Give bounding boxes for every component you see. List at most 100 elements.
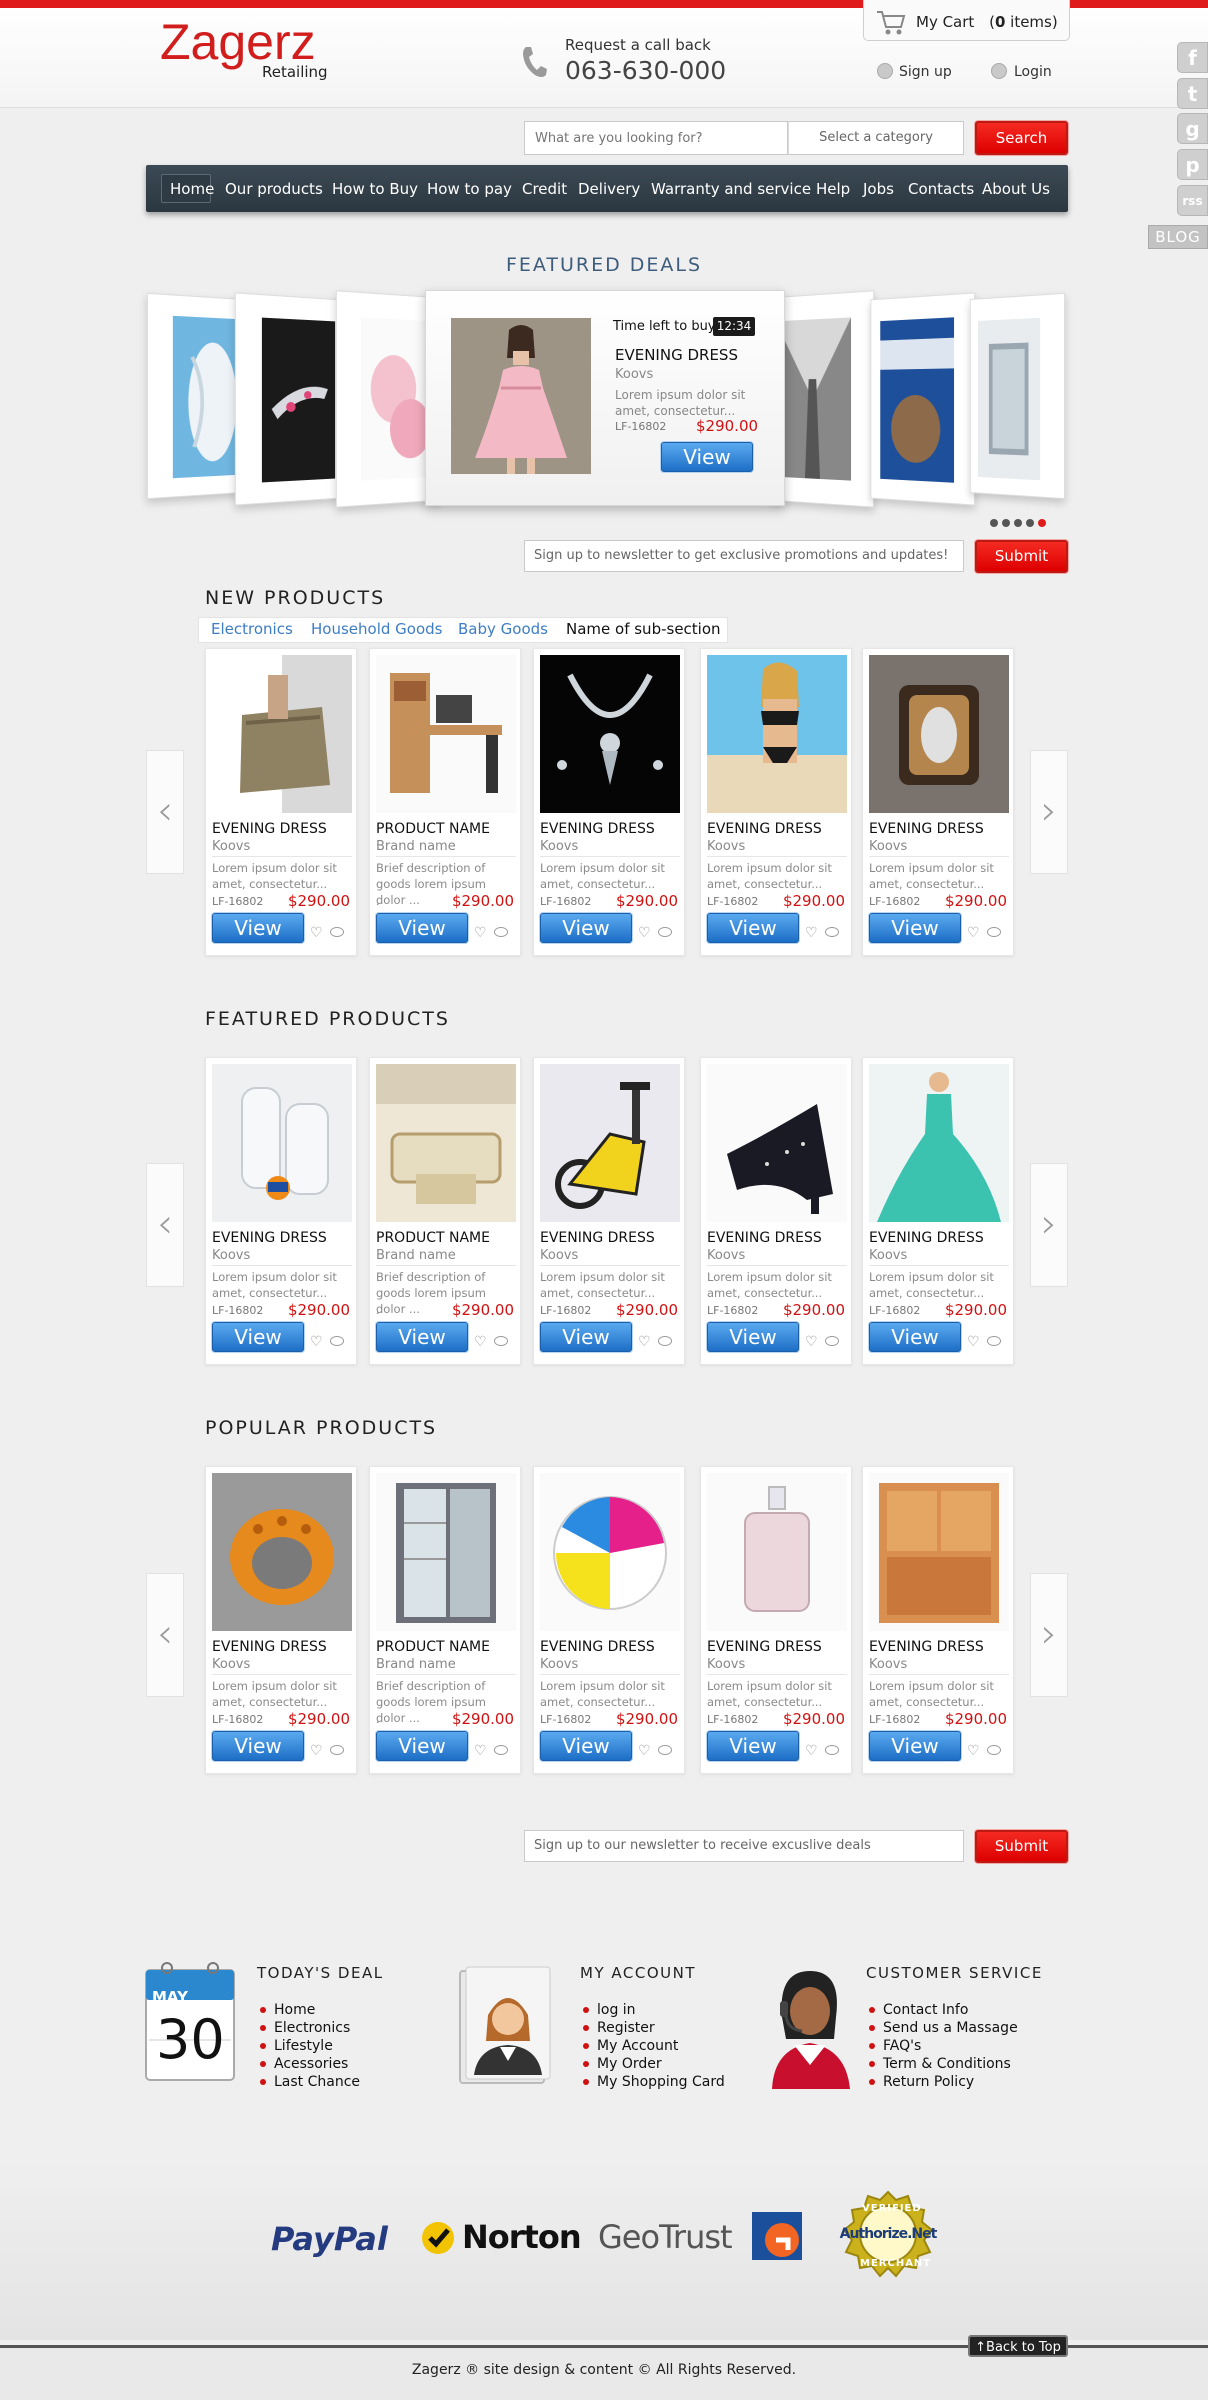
product-name[interactable]: EVENING DRESS bbox=[707, 1230, 822, 1246]
view-button[interactable]: View bbox=[212, 1322, 304, 1352]
product-card[interactable]: EVENING DRESS Koovs Lorem ipsum dolor sit … bbox=[700, 1057, 852, 1365]
callback-label[interactable]: Request a call back bbox=[565, 36, 711, 54]
view-button[interactable]: View bbox=[540, 913, 632, 943]
product-image[interactable] bbox=[869, 1473, 1009, 1631]
featured-deal-dress-image[interactable] bbox=[451, 318, 591, 474]
wishlist-heart-icon[interactable]: ♡ bbox=[474, 1334, 487, 1350]
view-button[interactable]: View bbox=[540, 1731, 632, 1761]
nav-home[interactable]: Home bbox=[170, 180, 214, 198]
newsletter-submit-top[interactable]: Submit bbox=[975, 540, 1068, 573]
product-image[interactable] bbox=[540, 1473, 680, 1631]
wishlist-heart-icon[interactable]: ♡ bbox=[474, 925, 487, 941]
featured-products-prev-arrow[interactable]: ‹ bbox=[146, 1163, 184, 1287]
product-image[interactable] bbox=[707, 1064, 847, 1222]
wishlist-heart-icon[interactable]: ♡ bbox=[310, 1743, 323, 1759]
view-button[interactable]: View bbox=[707, 913, 799, 943]
product-name[interactable]: PRODUCT NAME bbox=[376, 821, 490, 837]
nav-contacts[interactable]: Contacts bbox=[908, 180, 974, 198]
product-image[interactable] bbox=[212, 655, 352, 813]
popular-products-prev-arrow[interactable]: ‹ bbox=[146, 1573, 184, 1697]
logo[interactable]: Zagerz bbox=[160, 16, 316, 68]
compare-icon[interactable] bbox=[825, 1336, 839, 1346]
footer-link[interactable]: Term & Conditions bbox=[869, 2055, 1018, 2073]
product-image[interactable] bbox=[212, 1064, 352, 1222]
product-card[interactable]: EVENING DRESS Koovs Lorem ipsum dolor sit … bbox=[862, 1057, 1014, 1365]
product-card[interactable]: EVENING DRESS Koovs Lorem ipsum dolor sit … bbox=[205, 1057, 357, 1365]
product-card[interactable]: EVENING DRESS Koovs Lorem ipsum dolor sit … bbox=[700, 648, 852, 956]
product-name[interactable]: PRODUCT NAME bbox=[376, 1230, 490, 1246]
footer-link[interactable]: Home bbox=[260, 2001, 360, 2019]
nav-how-to-buy[interactable]: How to Buy bbox=[332, 180, 418, 198]
product-name[interactable]: EVENING DRESS bbox=[869, 1230, 984, 1246]
carousel-dot[interactable] bbox=[990, 519, 998, 527]
product-image[interactable] bbox=[707, 1473, 847, 1631]
compare-icon[interactable] bbox=[658, 1336, 672, 1346]
carousel-card[interactable] bbox=[769, 290, 875, 508]
product-name[interactable]: EVENING DRESS bbox=[707, 821, 822, 837]
view-button[interactable]: View bbox=[376, 913, 468, 943]
footer-link[interactable]: Register bbox=[583, 2019, 725, 2037]
view-button[interactable]: View bbox=[212, 1731, 304, 1761]
product-image[interactable] bbox=[376, 1064, 516, 1222]
product-card[interactable]: PRODUCT NAME Brand name Brief description … bbox=[369, 1466, 521, 1774]
carousel-dot[interactable] bbox=[1002, 519, 1010, 527]
wishlist-heart-icon[interactable]: ♡ bbox=[967, 1743, 980, 1759]
nav-help[interactable]: Help bbox=[816, 180, 850, 198]
product-name[interactable]: EVENING DRESS bbox=[869, 1639, 984, 1655]
view-button[interactable]: View bbox=[707, 1731, 799, 1761]
view-button[interactable]: View bbox=[212, 913, 304, 943]
compare-icon[interactable] bbox=[330, 927, 344, 937]
view-button[interactable]: View bbox=[869, 1322, 961, 1352]
carousel-card[interactable] bbox=[146, 292, 243, 500]
view-button[interactable]: View bbox=[376, 1731, 468, 1761]
login-link[interactable]: Login bbox=[1014, 64, 1052, 80]
newsletter-input-top[interactable]: Sign up to newsletter to get exclusive p… bbox=[524, 540, 964, 572]
product-image[interactable] bbox=[540, 655, 680, 813]
carousel-card[interactable] bbox=[234, 292, 340, 506]
carousel-card[interactable] bbox=[969, 292, 1066, 500]
pinterest-icon[interactable]: p bbox=[1177, 149, 1208, 180]
compare-icon[interactable] bbox=[987, 1336, 1001, 1346]
product-name[interactable]: EVENING DRESS bbox=[212, 821, 327, 837]
category-select[interactable]: Select a category bbox=[788, 121, 964, 155]
footer-link[interactable]: My Order bbox=[583, 2055, 725, 2073]
signup-link[interactable]: Sign up bbox=[899, 64, 952, 80]
wishlist-heart-icon[interactable]: ♡ bbox=[967, 925, 980, 941]
product-card[interactable]: EVENING DRESS Koovs Lorem ipsum dolor sit … bbox=[533, 648, 685, 956]
compare-icon[interactable] bbox=[494, 927, 508, 937]
carousel-dot[interactable] bbox=[1014, 519, 1022, 527]
footer-link[interactable]: My Shopping Card bbox=[583, 2073, 725, 2091]
product-name[interactable]: PRODUCT NAME bbox=[376, 1639, 490, 1655]
compare-icon[interactable] bbox=[330, 1336, 344, 1346]
product-card[interactable]: EVENING DRESS Koovs Lorem ipsum dolor sit … bbox=[205, 648, 357, 956]
nav-credit[interactable]: Credit bbox=[522, 180, 567, 198]
carousel-dot[interactable] bbox=[1026, 519, 1034, 527]
compare-icon[interactable] bbox=[825, 1745, 839, 1755]
wishlist-heart-icon[interactable]: ♡ bbox=[310, 1334, 323, 1350]
footer-link[interactable]: Return Policy bbox=[869, 2073, 1018, 2091]
product-card[interactable]: PRODUCT NAME Brand name Brief description … bbox=[369, 1057, 521, 1365]
view-button[interactable]: View bbox=[707, 1322, 799, 1352]
product-name[interactable]: EVENING DRESS bbox=[540, 821, 655, 837]
compare-icon[interactable] bbox=[987, 927, 1001, 937]
subtab-baby-goods[interactable]: Baby Goods bbox=[458, 620, 548, 638]
product-image[interactable] bbox=[707, 655, 847, 813]
wishlist-heart-icon[interactable]: ♡ bbox=[805, 1334, 818, 1350]
wishlist-heart-icon[interactable]: ♡ bbox=[638, 925, 651, 941]
product-card[interactable]: EVENING DRESS Koovs Lorem ipsum dolor sit … bbox=[533, 1057, 685, 1365]
footer-link[interactable]: FAQ's bbox=[869, 2037, 1018, 2055]
subtab-electronics[interactable]: Electronics bbox=[211, 620, 293, 638]
compare-icon[interactable] bbox=[825, 927, 839, 937]
newsletter-input-bottom[interactable]: Sign up to our newsletter to receive exc… bbox=[524, 1830, 964, 1862]
product-card[interactable]: EVENING DRESS Koovs Lorem ipsum dolor sit … bbox=[205, 1466, 357, 1774]
facebook-icon[interactable]: f bbox=[1177, 42, 1208, 73]
product-image[interactable] bbox=[540, 1064, 680, 1222]
product-name[interactable]: EVENING DRESS bbox=[707, 1639, 822, 1655]
product-name[interactable]: EVENING DRESS bbox=[212, 1639, 327, 1655]
wishlist-heart-icon[interactable]: ♡ bbox=[805, 1743, 818, 1759]
wishlist-heart-icon[interactable]: ♡ bbox=[638, 1743, 651, 1759]
nav-about-us[interactable]: About Us bbox=[982, 180, 1050, 198]
search-button[interactable]: Search bbox=[975, 121, 1068, 155]
carousel-dot-active[interactable] bbox=[1038, 519, 1046, 527]
footer-link[interactable]: Acessories bbox=[260, 2055, 360, 2073]
